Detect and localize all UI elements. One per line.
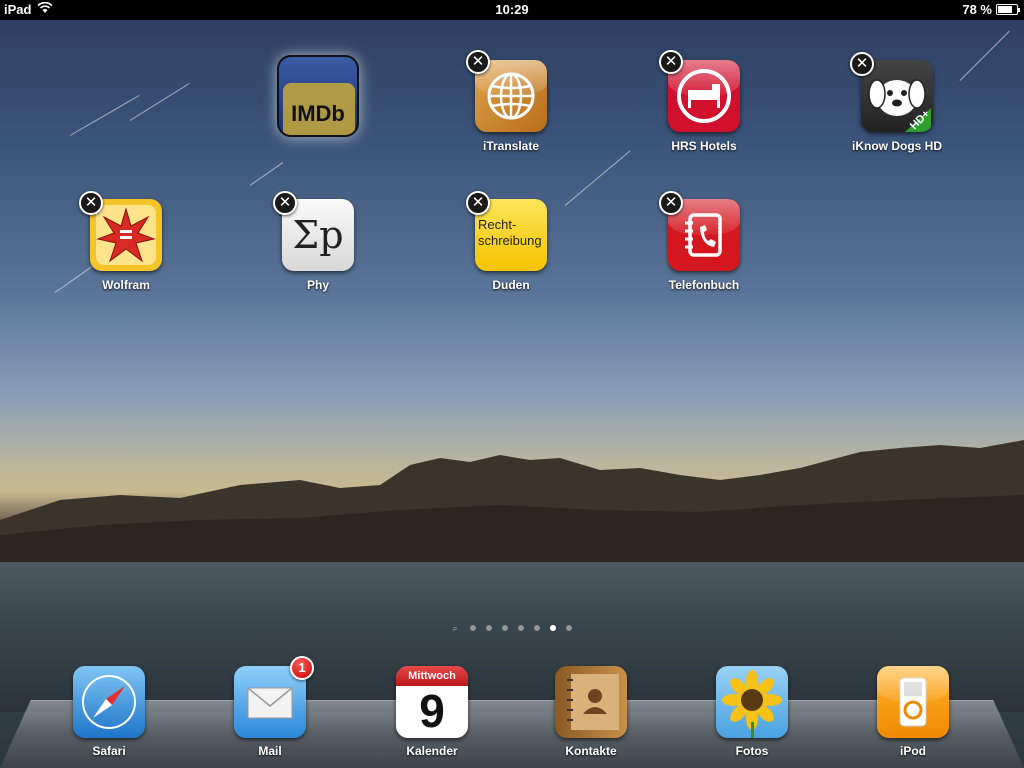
- dock-app-ipod[interactable]: iPod: [858, 666, 968, 758]
- app-phy[interactable]: ✕ Σp Phy: [263, 191, 373, 292]
- wallpaper-streak: [959, 30, 1010, 81]
- app-label: iPod: [900, 744, 926, 758]
- wallpaper-streak: [69, 95, 140, 136]
- app-iknow-dogs-hd[interactable]: ✕ HD+ iKnow Dogs HD: [842, 52, 952, 153]
- imdb-logo-text: IMDb: [291, 101, 345, 126]
- page-dot[interactable]: [517, 625, 524, 631]
- sunflower-icon[interactable]: [716, 666, 788, 738]
- app-duden[interactable]: ✕ Recht- schreibung Duden: [456, 191, 566, 292]
- dock-app-kalender[interactable]: Mittwoch 9 Kalender: [377, 666, 487, 758]
- dock-app-mail[interactable]: 1 Mail: [215, 656, 325, 758]
- delete-itranslate-button[interactable]: ✕: [466, 50, 490, 74]
- dock-app-fotos[interactable]: Fotos: [697, 666, 807, 758]
- calendar-weekday: Mittwoch: [396, 666, 468, 686]
- app-label: iTranslate: [482, 139, 540, 153]
- sigma-p-text: Σp: [292, 213, 344, 257]
- wallpaper-streak: [249, 162, 284, 186]
- clock: 10:29: [495, 2, 529, 17]
- app-label: Wolfram: [102, 278, 150, 292]
- calendar-icon[interactable]: Mittwoch 9: [396, 666, 468, 738]
- calendar-day: 9: [419, 685, 445, 737]
- app-label: Kalender: [406, 744, 458, 758]
- spotlight-page-icon[interactable]: ⌕: [453, 624, 460, 633]
- imdb-dragging-icon[interactable]: IMDb: [277, 55, 359, 137]
- app-label: Fotos: [735, 744, 769, 758]
- app-itranslate[interactable]: ✕ iTranslate: [456, 50, 566, 153]
- wallpaper-streak: [129, 82, 190, 121]
- app-label: Telefonbuch: [668, 278, 740, 292]
- app-label: Kontakte: [565, 744, 617, 758]
- delete-telefonbuch-button[interactable]: ✕: [659, 191, 683, 215]
- app-wolfram[interactable]: ✕ Wolfram: [71, 191, 181, 292]
- dock-app-kontakte[interactable]: Kontakte: [536, 666, 646, 758]
- app-telefonbuch[interactable]: ✕ Telefonbuch: [649, 191, 759, 292]
- wallpaper-streak: [564, 150, 631, 206]
- contacts-book-icon[interactable]: [555, 666, 627, 738]
- app-hrs-hotels[interactable]: ✕ HRS Hotels: [649, 50, 759, 153]
- page-dot[interactable]: [565, 625, 572, 631]
- dock-app-safari[interactable]: Safari: [54, 666, 164, 758]
- app-label: Phy: [306, 278, 329, 292]
- app-label: HRS Hotels: [671, 139, 737, 153]
- delete-wolfram-button[interactable]: ✕: [79, 191, 103, 215]
- battery-icon: [996, 4, 1020, 15]
- page-dot-active[interactable]: [549, 625, 556, 631]
- app-label: iKnow Dogs HD: [852, 139, 942, 153]
- app-label: Safari: [92, 744, 126, 758]
- mountain-silhouette: [0, 440, 1024, 570]
- page-dot[interactable]: [533, 625, 540, 631]
- delete-duden-button[interactable]: ✕: [466, 191, 490, 215]
- compass-icon[interactable]: [73, 666, 145, 738]
- delete-phy-button[interactable]: ✕: [273, 191, 297, 215]
- app-label: Mail: [258, 744, 282, 758]
- battery-percent: 78 %: [962, 2, 992, 17]
- page-dot[interactable]: [501, 625, 508, 631]
- delete-iknow-dogs-button[interactable]: ✕: [850, 52, 874, 76]
- page-dot[interactable]: [485, 625, 492, 631]
- status-bar: iPad 10:29 78 %: [0, 0, 1024, 20]
- app-label: Duden: [492, 278, 530, 292]
- mail-unread-badge: 1: [290, 656, 314, 680]
- page-indicator[interactable]: ⌕: [0, 624, 1024, 633]
- delete-hrs-hotels-button[interactable]: ✕: [659, 50, 683, 74]
- app-imdb-dragging[interactable]: IMDb: [263, 55, 373, 137]
- page-dot[interactable]: [469, 625, 476, 631]
- ipod-icon[interactable]: [877, 666, 949, 738]
- duden-icon-text: Recht- schreibung: [478, 217, 542, 248]
